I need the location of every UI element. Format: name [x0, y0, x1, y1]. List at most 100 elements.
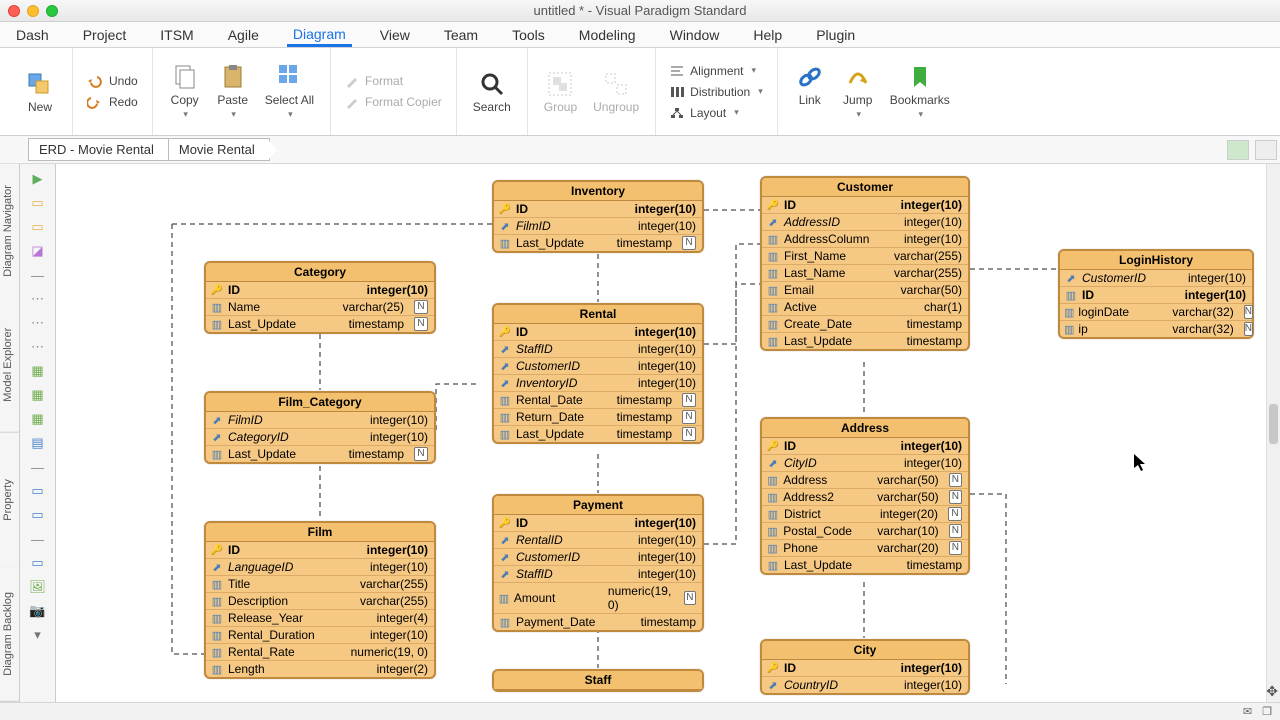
table-row[interactable]: AddressColumninteger(10)	[762, 231, 968, 248]
table-row[interactable]: loginDatevarchar(32)N	[1060, 304, 1252, 321]
table-row[interactable]: Rental_Ratenumeric(19, 0)	[206, 644, 434, 661]
palette-tool-17[interactable]: 🖼	[27, 578, 49, 596]
palette-tool-6[interactable]: ⋯	[27, 314, 49, 332]
menu-item-itsm[interactable]: ITSM	[154, 24, 199, 46]
menu-item-window[interactable]: Window	[664, 24, 726, 46]
mail-icon[interactable]: ✉	[1243, 705, 1252, 718]
palette-tool-18[interactable]: 📷	[27, 602, 49, 620]
palette-tool-14[interactable]: ▭	[27, 506, 49, 524]
move-handle-icon[interactable]: ✥	[1266, 683, 1278, 700]
table-row[interactable]: StaffIDinteger(10)	[494, 341, 702, 358]
table-row[interactable]: Emailvarchar(50)	[762, 282, 968, 299]
table-row[interactable]: IDinteger(10)	[762, 438, 968, 455]
table-row[interactable]: IDinteger(10)	[494, 324, 702, 341]
copy-button[interactable]: Copy▾	[163, 59, 207, 124]
side-tab-diagram-navigator[interactable]: Diagram Navigator	[0, 164, 19, 298]
palette-tool-9[interactable]: ▦	[27, 386, 49, 404]
link-button[interactable]: Link	[788, 59, 832, 124]
table-row[interactable]: IDinteger(10)	[762, 197, 968, 214]
table-row[interactable]: Rental_Durationinteger(10)	[206, 627, 434, 644]
table-row[interactable]: ipvarchar(32)N	[1060, 321, 1252, 337]
entity-city[interactable]: CityIDinteger(10)CountryIDinteger(10)	[760, 639, 970, 695]
table-row[interactable]: CustomerIDinteger(10)	[494, 549, 702, 566]
palette-tool-16[interactable]: ▭	[27, 554, 49, 572]
undo-button[interactable]: Undo	[83, 72, 142, 90]
entity-category[interactable]: CategoryIDinteger(10)Namevarchar(25)NLas…	[204, 261, 436, 334]
table-row[interactable]: IDinteger(10)	[494, 201, 702, 218]
menu-item-help[interactable]: Help	[747, 24, 788, 46]
menu-item-project[interactable]: Project	[77, 24, 133, 46]
table-row[interactable]: IDinteger(10)	[206, 542, 434, 559]
table-row[interactable]: FilmIDinteger(10)	[494, 218, 702, 235]
table-row[interactable]: IDinteger(10)	[762, 660, 968, 677]
window-icon[interactable]: ❐	[1262, 705, 1272, 718]
view-tool-icon[interactable]	[1227, 140, 1249, 160]
entity-film_category[interactable]: Film_CategoryFilmIDinteger(10)CategoryID…	[204, 391, 436, 464]
table-row[interactable]: Rental_DatetimestampN	[494, 392, 702, 409]
palette-tool-12[interactable]: —	[27, 458, 49, 476]
search-button[interactable]: Search	[467, 66, 517, 118]
menu-item-plugin[interactable]: Plugin	[810, 24, 861, 46]
table-row[interactable]: CityIDinteger(10)	[762, 455, 968, 472]
palette-tool-5[interactable]: ⋯	[27, 290, 49, 308]
palette-tool-10[interactable]: ▦	[27, 410, 49, 428]
table-row[interactable]: Release_Yearinteger(4)	[206, 610, 434, 627]
breadcrumb[interactable]: Movie Rental	[168, 138, 270, 161]
palette-tool-4[interactable]: —	[27, 266, 49, 284]
table-row[interactable]: InventoryIDinteger(10)	[494, 375, 702, 392]
table-row[interactable]: Phonevarchar(20)N	[762, 540, 968, 557]
layout-button[interactable]: Layout▾	[666, 104, 767, 122]
paste-button[interactable]: Paste▾	[211, 59, 255, 124]
palette-tool-0[interactable]: ▶	[27, 170, 49, 188]
entity-loginhistory[interactable]: LoginHistoryCustomerIDinteger(10)IDinteg…	[1058, 249, 1254, 339]
table-row[interactable]: Last_Updatetimestamp	[762, 333, 968, 349]
menu-item-agile[interactable]: Agile	[222, 24, 265, 46]
entity-inventory[interactable]: InventoryIDinteger(10)FilmIDinteger(10)L…	[492, 180, 704, 253]
palette-tool-8[interactable]: ▦	[27, 362, 49, 380]
table-row[interactable]: CategoryIDinteger(10)	[206, 429, 434, 446]
table-row[interactable]: Last_Namevarchar(255)	[762, 265, 968, 282]
format-copier-button[interactable]: Format Copier	[341, 93, 446, 111]
entity-customer[interactable]: CustomerIDinteger(10)AddressIDinteger(10…	[760, 176, 970, 351]
entity-rental[interactable]: RentalIDinteger(10)StaffIDinteger(10)Cus…	[492, 303, 704, 444]
menu-item-diagram[interactable]: Diagram	[287, 23, 352, 47]
table-row[interactable]: Last_UpdatetimestampN	[494, 426, 702, 442]
menu-item-view[interactable]: View	[374, 24, 416, 46]
new-button[interactable]: New	[18, 66, 62, 118]
entity-film[interactable]: FilmIDinteger(10)LanguageIDinteger(10)Ti…	[204, 521, 436, 679]
table-row[interactable]: StaffIDinteger(10)	[494, 566, 702, 583]
menu-item-modeling[interactable]: Modeling	[573, 24, 642, 46]
bookmarks-button[interactable]: Bookmarks▾	[884, 59, 956, 124]
distribution-button[interactable]: Distribution▾	[666, 83, 767, 101]
entity-payment[interactable]: PaymentIDinteger(10)RentalIDinteger(10)C…	[492, 494, 704, 632]
palette-tool-2[interactable]: ▭	[27, 218, 49, 236]
menu-item-team[interactable]: Team	[438, 24, 484, 46]
table-row[interactable]: Districtinteger(20)N	[762, 506, 968, 523]
table-row[interactable]: Last_UpdatetimestampN	[494, 235, 702, 251]
table-row[interactable]: Last_UpdatetimestampN	[206, 446, 434, 462]
side-tab-property[interactable]: Property	[0, 433, 19, 568]
menu-item-tools[interactable]: Tools	[506, 24, 551, 46]
table-row[interactable]: AddressIDinteger(10)	[762, 214, 968, 231]
breadcrumb[interactable]: ERD - Movie Rental	[28, 138, 169, 161]
palette-tool-15[interactable]: —	[27, 530, 49, 548]
side-tab-model-explorer[interactable]: Model Explorer	[0, 298, 19, 433]
table-row[interactable]: Payment_Datetimestamp	[494, 614, 702, 630]
alignment-button[interactable]: Alignment▾	[666, 62, 767, 80]
vertical-scrollbar[interactable]	[1266, 164, 1280, 702]
table-row[interactable]: Address2varchar(50)N	[762, 489, 968, 506]
diagram-canvas[interactable]: ✥ InventoryIDinteger(10)FilmIDinteger(10…	[56, 164, 1280, 702]
table-row[interactable]: CountryIDinteger(10)	[762, 677, 968, 693]
group-button[interactable]: Group	[538, 66, 583, 118]
table-row[interactable]: Postal_Codevarchar(10)N	[762, 523, 968, 540]
table-row[interactable]: Amountnumeric(19, 0)N	[494, 583, 702, 614]
table-row[interactable]: Descriptionvarchar(255)	[206, 593, 434, 610]
table-row[interactable]: First_Namevarchar(255)	[762, 248, 968, 265]
table-row[interactable]: Last_Updatetimestamp	[762, 557, 968, 573]
entity-address[interactable]: AddressIDinteger(10)CityIDinteger(10)Add…	[760, 417, 970, 575]
palette-tool-7[interactable]: ⋯	[27, 338, 49, 356]
select-all-button[interactable]: Select All▾	[259, 59, 320, 124]
jump-button[interactable]: Jump▾	[836, 59, 880, 124]
table-row[interactable]: Namevarchar(25)N	[206, 299, 434, 316]
palette-tool-3[interactable]: ◪	[27, 242, 49, 260]
